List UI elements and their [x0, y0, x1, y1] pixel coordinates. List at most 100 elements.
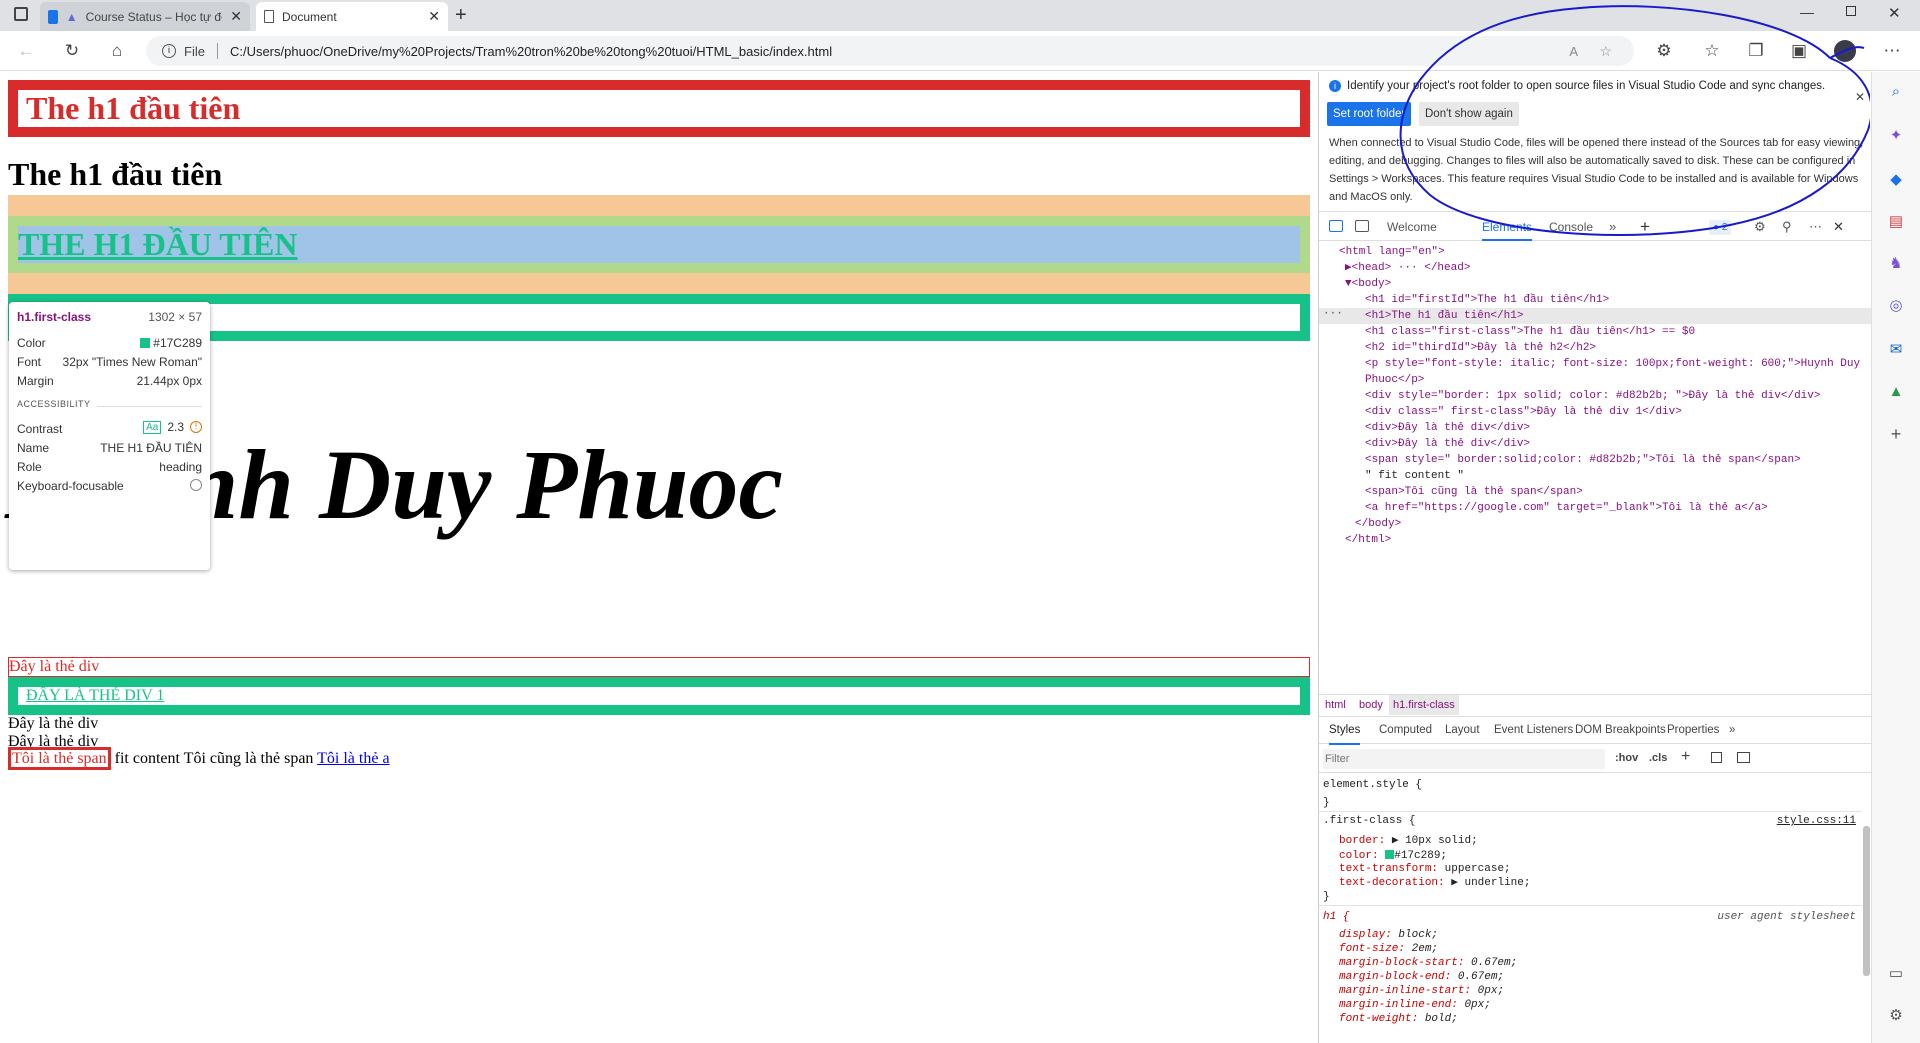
restore-button[interactable] — [1846, 6, 1856, 16]
sidebar-settings-icon[interactable]: ⚙ — [1886, 1006, 1906, 1026]
microsoft-365-icon[interactable]: ◎ — [1886, 296, 1906, 316]
copilot-icon[interactable]: ✦ — [1886, 126, 1906, 146]
styles-scrollbar[interactable] — [1863, 826, 1870, 976]
dom-node[interactable]: </html> — [1345, 532, 1391, 548]
rule-close-brace: } — [1323, 797, 1330, 809]
extensions-icon[interactable]: ⚙ — [1652, 39, 1676, 63]
issues-badge[interactable]: ● 2 — [1709, 220, 1732, 235]
tooltip-accessibility-heading: ACCESSIBILITY — [17, 399, 91, 409]
favorite-add-icon[interactable]: ☆ — [1599, 43, 1612, 60]
div-plain-1: Đây là thẻ div — [8, 715, 99, 732]
avatar[interactable] — [1834, 40, 1856, 62]
dom-node[interactable]: <div style="border: 1px solid; color: #d… — [1365, 388, 1820, 404]
shopping-icon[interactable]: ◆ — [1886, 170, 1906, 190]
dom-node[interactable]: " fit content " — [1365, 468, 1464, 484]
dom-node[interactable]: <h1 id="firstId">The h1 đầu tiên</h1> — [1365, 292, 1609, 308]
url-field[interactable]: i File C:/Users/phuoc/OneDrive/my%20Proj… — [146, 36, 1634, 66]
rule-source-link[interactable]: style.css:11 — [1777, 815, 1856, 828]
ua-property: margin-inline-start: 0px; — [1339, 985, 1505, 997]
close-tab-icon[interactable]: ✕ — [230, 8, 242, 25]
home-icon[interactable]: ⌂ — [105, 39, 129, 63]
styles-filter-input[interactable] — [1323, 749, 1605, 769]
breadcrumb-item[interactable]: html — [1325, 695, 1346, 715]
dom-node[interactable]: <html lang="en"> — [1339, 244, 1445, 260]
dom-node-selected[interactable]: <h1 class="first-class">The h1 đầu tiên<… — [1365, 324, 1695, 340]
dom-node[interactable]: <span style=" border:solid;color: #d82b2… — [1365, 452, 1801, 468]
customize-icon[interactable]: ⚲ — [1782, 213, 1792, 241]
collections-icon[interactable]: ❐ — [1744, 39, 1768, 63]
close-window-button[interactable]: ✕ — [1888, 4, 1901, 22]
drop-icon[interactable]: ▲ — [1886, 382, 1906, 402]
more-menu-icon[interactable]: ⋯ — [1880, 39, 1904, 63]
more-tabs-icon[interactable]: » — [1729, 717, 1735, 743]
browser-essentials-icon[interactable]: ▣ — [1787, 39, 1811, 63]
rule-selector[interactable]: .first-class { — [1323, 815, 1415, 828]
dom-node[interactable]: ▶<head> ··· </head> — [1345, 260, 1470, 276]
css-property[interactable]: color: #17c289; — [1339, 850, 1447, 863]
dom-node[interactable]: <span>Tôi cũng là thẻ span</span> — [1365, 484, 1583, 500]
back-arrow-icon[interactable]: ← — [14, 39, 38, 63]
tab-actions-icon[interactable] — [14, 7, 28, 21]
element-style-rule[interactable]: element.style { — [1323, 779, 1422, 792]
dom-node[interactable]: Phuoc</p> — [1365, 372, 1424, 388]
new-tab-button[interactable]: + — [455, 4, 467, 27]
new-rule-icon[interactable]: + — [1681, 748, 1690, 766]
link-google[interactable]: Tôi là thẻ a — [317, 750, 389, 767]
add-tab-icon[interactable]: + — [1640, 213, 1650, 241]
toggle-print-icon[interactable] — [1711, 752, 1722, 763]
tab-elements[interactable]: Elements — [1482, 213, 1533, 241]
tab-course-status[interactable]: ▲ Course Status – Học tự động hóa ✕ — [40, 2, 250, 31]
tab-welcome[interactable]: Welcome — [1387, 213, 1437, 241]
device-toolbar-icon[interactable] — [1355, 220, 1369, 232]
search-icon[interactable]: ⌕ — [1886, 82, 1906, 102]
dom-node[interactable]: <div>Đây là thẻ div</div> — [1365, 436, 1530, 452]
tooltip-margin-value: 21.44px 0px — [136, 374, 202, 388]
dom-node[interactable]: <a href="https://google.com" target="_bl… — [1365, 500, 1768, 516]
tab-properties[interactable]: Properties — [1667, 717, 1719, 743]
tab-event-listeners[interactable]: Event Listeners — [1494, 717, 1573, 743]
hide-sidebar-icon[interactable]: ▭ — [1886, 964, 1906, 984]
tab-layout[interactable]: Layout — [1445, 717, 1480, 743]
banner-close-icon[interactable]: ✕ — [1855, 90, 1865, 104]
css-property[interactable]: border: ▶ 10px solid; — [1339, 835, 1478, 848]
dom-node[interactable]: <h1>The h1 đầu tiên</h1> — [1365, 308, 1523, 324]
set-root-folder-button[interactable]: Set root folder — [1327, 102, 1412, 126]
breadcrumb-item[interactable]: h1.first-class — [1389, 695, 1459, 715]
ua-selector[interactable]: h1 { — [1323, 911, 1349, 924]
hov-button[interactable]: :hov — [1615, 752, 1638, 764]
dont-show-again-button[interactable]: Don't show again — [1419, 102, 1519, 126]
close-tab-icon[interactable]: ✕ — [428, 8, 440, 25]
tab-dom-breakpoints[interactable]: DOM Breakpoints — [1575, 717, 1666, 743]
tools-icon[interactable]: ▤ — [1886, 212, 1906, 232]
css-property[interactable]: text-transform: uppercase; — [1339, 863, 1511, 876]
tab-console[interactable]: Console — [1549, 213, 1593, 241]
styles-tab-bar: Styles Computed Layout Event Listeners D… — [1319, 716, 1872, 745]
favorites-icon[interactable]: ☆ — [1700, 39, 1724, 63]
dom-node[interactable]: <h2 id="thirdId">Đây là thẻ h2</h2> — [1365, 340, 1596, 356]
breadcrumb-item[interactable]: body — [1359, 695, 1383, 715]
dom-node[interactable]: </body> — [1355, 516, 1401, 532]
tab-computed[interactable]: Computed — [1379, 717, 1432, 743]
tab-styles[interactable]: Styles — [1329, 717, 1361, 745]
add-sidebar-app-icon[interactable]: + — [1886, 424, 1906, 444]
dom-node[interactable]: <p style="font-style: italic; font-size:… — [1365, 356, 1860, 372]
dom-node[interactable]: <div class=" first-class">Đây là thẻ div… — [1365, 404, 1682, 420]
css-property[interactable]: text-decoration: ▶ underline; — [1339, 877, 1530, 890]
more-tabs-icon[interactable]: » — [1609, 213, 1616, 241]
inspect-element-icon[interactable] — [1329, 220, 1343, 232]
dom-node[interactable]: ▼<body> — [1345, 276, 1391, 292]
outlook-icon[interactable]: ✉ — [1886, 340, 1906, 360]
minimize-button[interactable]: — — [1800, 4, 1814, 20]
cls-button[interactable]: .cls — [1649, 752, 1667, 764]
dom-node[interactable]: <div>Đây là thẻ div</div> — [1365, 420, 1530, 436]
settings-gear-icon[interactable]: ⚙ — [1754, 213, 1766, 241]
games-icon[interactable]: ♞ — [1886, 254, 1906, 274]
refresh-icon[interactable]: ↻ — [60, 39, 84, 63]
toggle-sidebar-icon[interactable] — [1737, 752, 1750, 763]
read-aloud-icon[interactable]: A — [1569, 44, 1578, 59]
close-devtools-icon[interactable]: ✕ — [1833, 213, 1844, 241]
url-scheme: File — [184, 43, 205, 59]
rule-divider — [1319, 811, 1862, 812]
tab-document[interactable]: Document ✕ — [256, 2, 448, 31]
more-options-icon[interactable]: ⋯ — [1809, 213, 1822, 241]
